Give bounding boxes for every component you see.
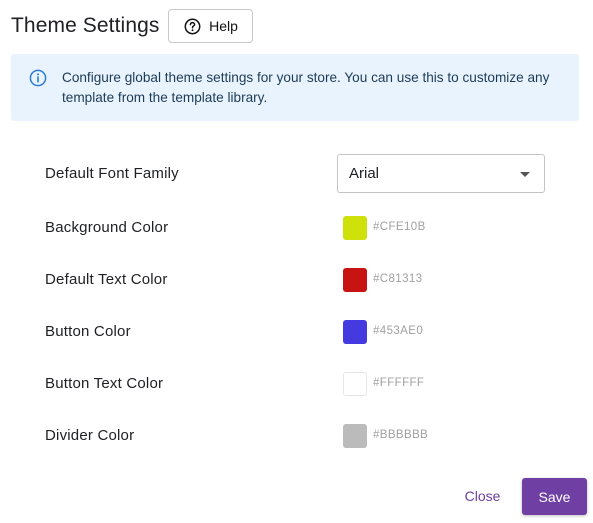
info-circle-icon bbox=[29, 69, 47, 87]
background-color-label: Background Color bbox=[45, 219, 169, 236]
caret-down-icon bbox=[520, 172, 530, 177]
close-button[interactable]: Close bbox=[455, 481, 510, 511]
divider-color-hex: #BBBBBB bbox=[373, 429, 429, 441]
font-family-label: Default Font Family bbox=[45, 165, 179, 182]
info-banner: Configure global theme settings for your… bbox=[11, 54, 579, 121]
help-button-label: Help bbox=[209, 18, 238, 34]
background-color-hex: #CFE10B bbox=[373, 221, 426, 233]
save-button[interactable]: Save bbox=[522, 478, 587, 515]
background-color-swatch[interactable] bbox=[343, 216, 367, 240]
page-title: Theme Settings bbox=[11, 14, 160, 37]
button-color-label: Button Color bbox=[45, 323, 131, 340]
button-text-color-hex: #FFFFFF bbox=[373, 377, 425, 389]
font-family-select[interactable]: Arial bbox=[337, 154, 545, 193]
text-color-label: Default Text Color bbox=[45, 271, 168, 288]
button-color-swatch[interactable] bbox=[343, 320, 367, 344]
info-text: Configure global theme settings for your… bbox=[62, 70, 550, 105]
text-color-hex: #C81313 bbox=[373, 273, 423, 285]
help-button[interactable]: Help bbox=[168, 9, 254, 43]
text-color-swatch[interactable] bbox=[343, 268, 367, 292]
question-circle-icon bbox=[184, 18, 201, 35]
button-text-color-swatch[interactable] bbox=[343, 372, 367, 396]
header: Theme Settings Help bbox=[11, 9, 254, 43]
divider-color-label: Divider Color bbox=[45, 427, 135, 444]
button-color-hex: #453AE0 bbox=[373, 325, 424, 337]
theme-settings-panel: Theme Settings Help Configure global the… bbox=[0, 0, 593, 523]
divider-color-swatch[interactable] bbox=[343, 424, 367, 448]
button-text-color-label: Button Text Color bbox=[45, 375, 164, 392]
font-family-value: Arial bbox=[349, 165, 380, 182]
